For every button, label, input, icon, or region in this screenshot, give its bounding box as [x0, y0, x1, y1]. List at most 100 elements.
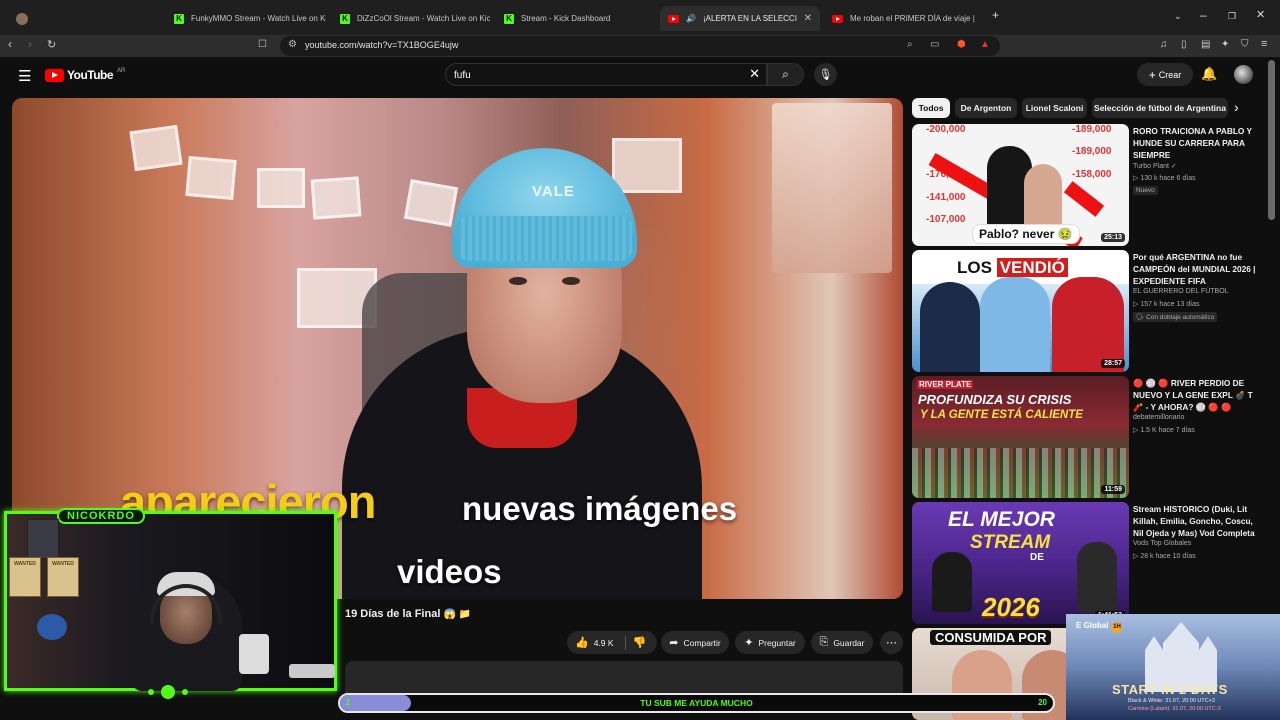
wanted-poster: WANTED	[47, 557, 79, 597]
thumb-headline: DE	[1030, 552, 1044, 563]
wall-photo	[310, 176, 362, 220]
microphone	[239, 634, 269, 674]
share-button[interactable]: ➦ Compartir	[661, 631, 729, 654]
wall-photo	[257, 168, 305, 208]
wallet-icon[interactable]: ▤	[1201, 39, 1210, 50]
tab-me-roban[interactable]: Me roban el PRIMER DÍA de viaje | Argent…	[824, 6, 984, 31]
chip-de-argenton[interactable]: De Argenton	[955, 98, 1017, 118]
page-scrollbar[interactable]	[1268, 60, 1275, 220]
youtube-icon	[832, 14, 843, 23]
wall-photo	[403, 179, 459, 227]
chips-next-icon[interactable]: ›	[1234, 99, 1239, 115]
create-label: Crear	[1158, 69, 1182, 80]
thumb-headline: CONSUMIDA POR	[930, 630, 1052, 645]
hamburger-menu-icon[interactable]: ☰	[18, 67, 31, 85]
music-icon[interactable]: ♫	[1160, 39, 1168, 50]
thumb-person	[932, 552, 972, 612]
tab-streamer[interactable]	[8, 6, 158, 31]
thumb-number: -200,000	[926, 124, 966, 135]
reload-icon[interactable]: ↻	[47, 38, 56, 51]
wall-figure	[37, 614, 67, 640]
thumb-number: -158,000	[1072, 169, 1112, 180]
thumb-headline: LOS VENDIÓ	[957, 258, 1068, 278]
rec-thumbnail[interactable]: -200,000 -176,000 -141,000 -107,000 -189…	[912, 124, 1129, 246]
rec-title[interactable]: Stream HISTORICO (Duki, Lit Killah, Emil…	[1133, 503, 1263, 539]
divider	[624, 635, 626, 650]
clear-search-icon[interactable]: ✕	[749, 66, 760, 82]
rec-channel[interactable]: debatemillonario	[1133, 414, 1184, 421]
like-count[interactable]: 4.9 K	[594, 638, 614, 648]
share-label: Compartir	[683, 637, 721, 648]
rewards-icon[interactable]: ▲	[980, 39, 990, 50]
ask-button[interactable]: ✦ Preguntar	[735, 631, 805, 654]
promo-line: Carmine (Latam): 31.07, 20:00 UTC-3	[1128, 706, 1221, 712]
rec-title[interactable]: RORO TRAICIONA A PABLO Y HUNDE SU CARRER…	[1133, 125, 1263, 161]
desk-device	[289, 664, 335, 678]
bookmark-icon[interactable]: ☐	[258, 39, 267, 50]
tab-active-video[interactable]: 🔊 ¡ALERTA EN LA SELECCIÓN! Scaloni... ✕	[660, 6, 820, 31]
browser-menu-icon[interactable]: ≡	[1261, 38, 1267, 50]
chip-label: Todos	[918, 103, 944, 113]
search-input[interactable]	[454, 67, 734, 83]
search-button[interactable]: ⌕	[767, 63, 804, 86]
sidebar-icon[interactable]: ▯	[1181, 39, 1187, 50]
chip-label: Lionel Scaloni	[1025, 103, 1084, 113]
ai-icon[interactable]: ✦	[1221, 39, 1229, 50]
beanie-logo-text: VALE	[532, 183, 575, 200]
rec-thumbnail[interactable]: RIVER PLATE PROFUNDIZA SU CRISIS Y LA GE…	[912, 376, 1129, 498]
avatar-icon	[16, 12, 28, 25]
rec-channel[interactable]: Vods Top Globales	[1133, 540, 1191, 547]
rec-meta: ▷ 1.5 K hace 7 días	[1133, 426, 1195, 434]
save-button[interactable]: ⎘ Guardar	[811, 631, 873, 654]
site-info-icon[interactable]: ⚙	[288, 39, 297, 50]
video-title: 19 Días de la Final 😱 📁	[345, 608, 471, 620]
vpn-icon[interactable]: ⛉	[1241, 39, 1249, 50]
close-window-icon[interactable]: ✕	[1256, 8, 1265, 21]
tab-dizzcool[interactable]: K DiZzCoOl Stream - Watch Live on Kick	[332, 6, 490, 31]
rec-title[interactable]: 🔴 🏐 🔴 RIVER PERDIO DE NUEVO Y LA GENE EX…	[1133, 377, 1263, 413]
dubbing-icon: 🗣	[1136, 314, 1147, 321]
forward-icon[interactable]: ›	[28, 37, 32, 51]
zoom-icon[interactable]: ⌕	[907, 39, 913, 50]
microphone-icon: 🎙	[818, 69, 833, 81]
back-icon[interactable]: ‹	[8, 37, 12, 51]
create-button[interactable]: + Crear	[1137, 63, 1193, 86]
more-actions-button[interactable]: ⋯	[880, 631, 903, 654]
verified-icon: ✓	[1170, 163, 1177, 170]
maximize-icon[interactable]: ❐	[1228, 11, 1236, 22]
voice-search-button[interactable]: 🎙	[814, 63, 837, 86]
like-icon[interactable]: 👍	[575, 636, 589, 649]
account-avatar[interactable]	[1234, 65, 1253, 84]
chip-todos[interactable]: Todos	[912, 98, 950, 118]
minimize-icon[interactable]: –	[1200, 8, 1207, 22]
rec-thumbnail[interactable]: EL MEJOR STREAM DE 2026 1:41:52	[912, 502, 1129, 624]
close-tab-icon[interactable]: ✕	[804, 13, 812, 24]
thumb-headline-a: LOS	[957, 258, 992, 277]
country-code: AR	[117, 67, 126, 74]
thumb-number: -189,000	[1072, 124, 1112, 135]
notifications-bell-icon[interactable]: 🔔	[1201, 66, 1217, 82]
cast-icon[interactable]: ▭	[930, 39, 939, 50]
address-bar[interactable]: ⚙ youtube.com/watch?v=TX1BOGE4ujw ⌕ ▭ ⬢ …	[280, 36, 1000, 56]
dot	[182, 689, 188, 695]
rec-channel[interactable]: EL GUERRERO DEL FÚTBOL	[1133, 288, 1229, 295]
youtube-logo[interactable]: YouTube AR	[45, 68, 125, 82]
tab-search-icon[interactable]: ⌄	[1174, 11, 1182, 22]
rec-channel[interactable]: Turbo Plant ✓	[1133, 162, 1177, 170]
tab-label: FunkyMMO Stream - Watch Live on Kick	[191, 14, 326, 23]
rec-meta-text: 157 k hace 13 días	[1140, 301, 1200, 308]
tab-kick-dashboard[interactable]: K Stream - Kick Dashboard	[496, 6, 656, 31]
tab-label: ¡ALERTA EN LA SELECCIÓN! Scaloni...	[702, 14, 797, 23]
dislike-icon[interactable]: 👎	[633, 636, 647, 649]
youtube-wordmark: YouTube	[67, 68, 114, 82]
rec-thumbnail[interactable]: LOS VENDIÓ 28:57	[912, 250, 1129, 372]
tab-funkymmo[interactable]: K FunkyMMO Stream - Watch Live on Kick	[166, 6, 326, 31]
rec-title[interactable]: Por qué ARGENTINA no fue CAMPEÓN del MUN…	[1133, 251, 1263, 287]
chip-seleccion[interactable]: Selección de fútbol de Argentina	[1092, 98, 1228, 118]
caption-line: videos	[397, 553, 502, 590]
chip-lionel-scaloni[interactable]: Lionel Scaloni	[1022, 98, 1087, 118]
new-tab-icon[interactable]: +	[992, 8, 999, 22]
rec-meta: ▷ 130 k hace 6 días	[1133, 174, 1196, 182]
thumb-headline: EL MEJOR	[948, 508, 1055, 531]
brave-shield-icon[interactable]: ⬢	[957, 39, 966, 50]
